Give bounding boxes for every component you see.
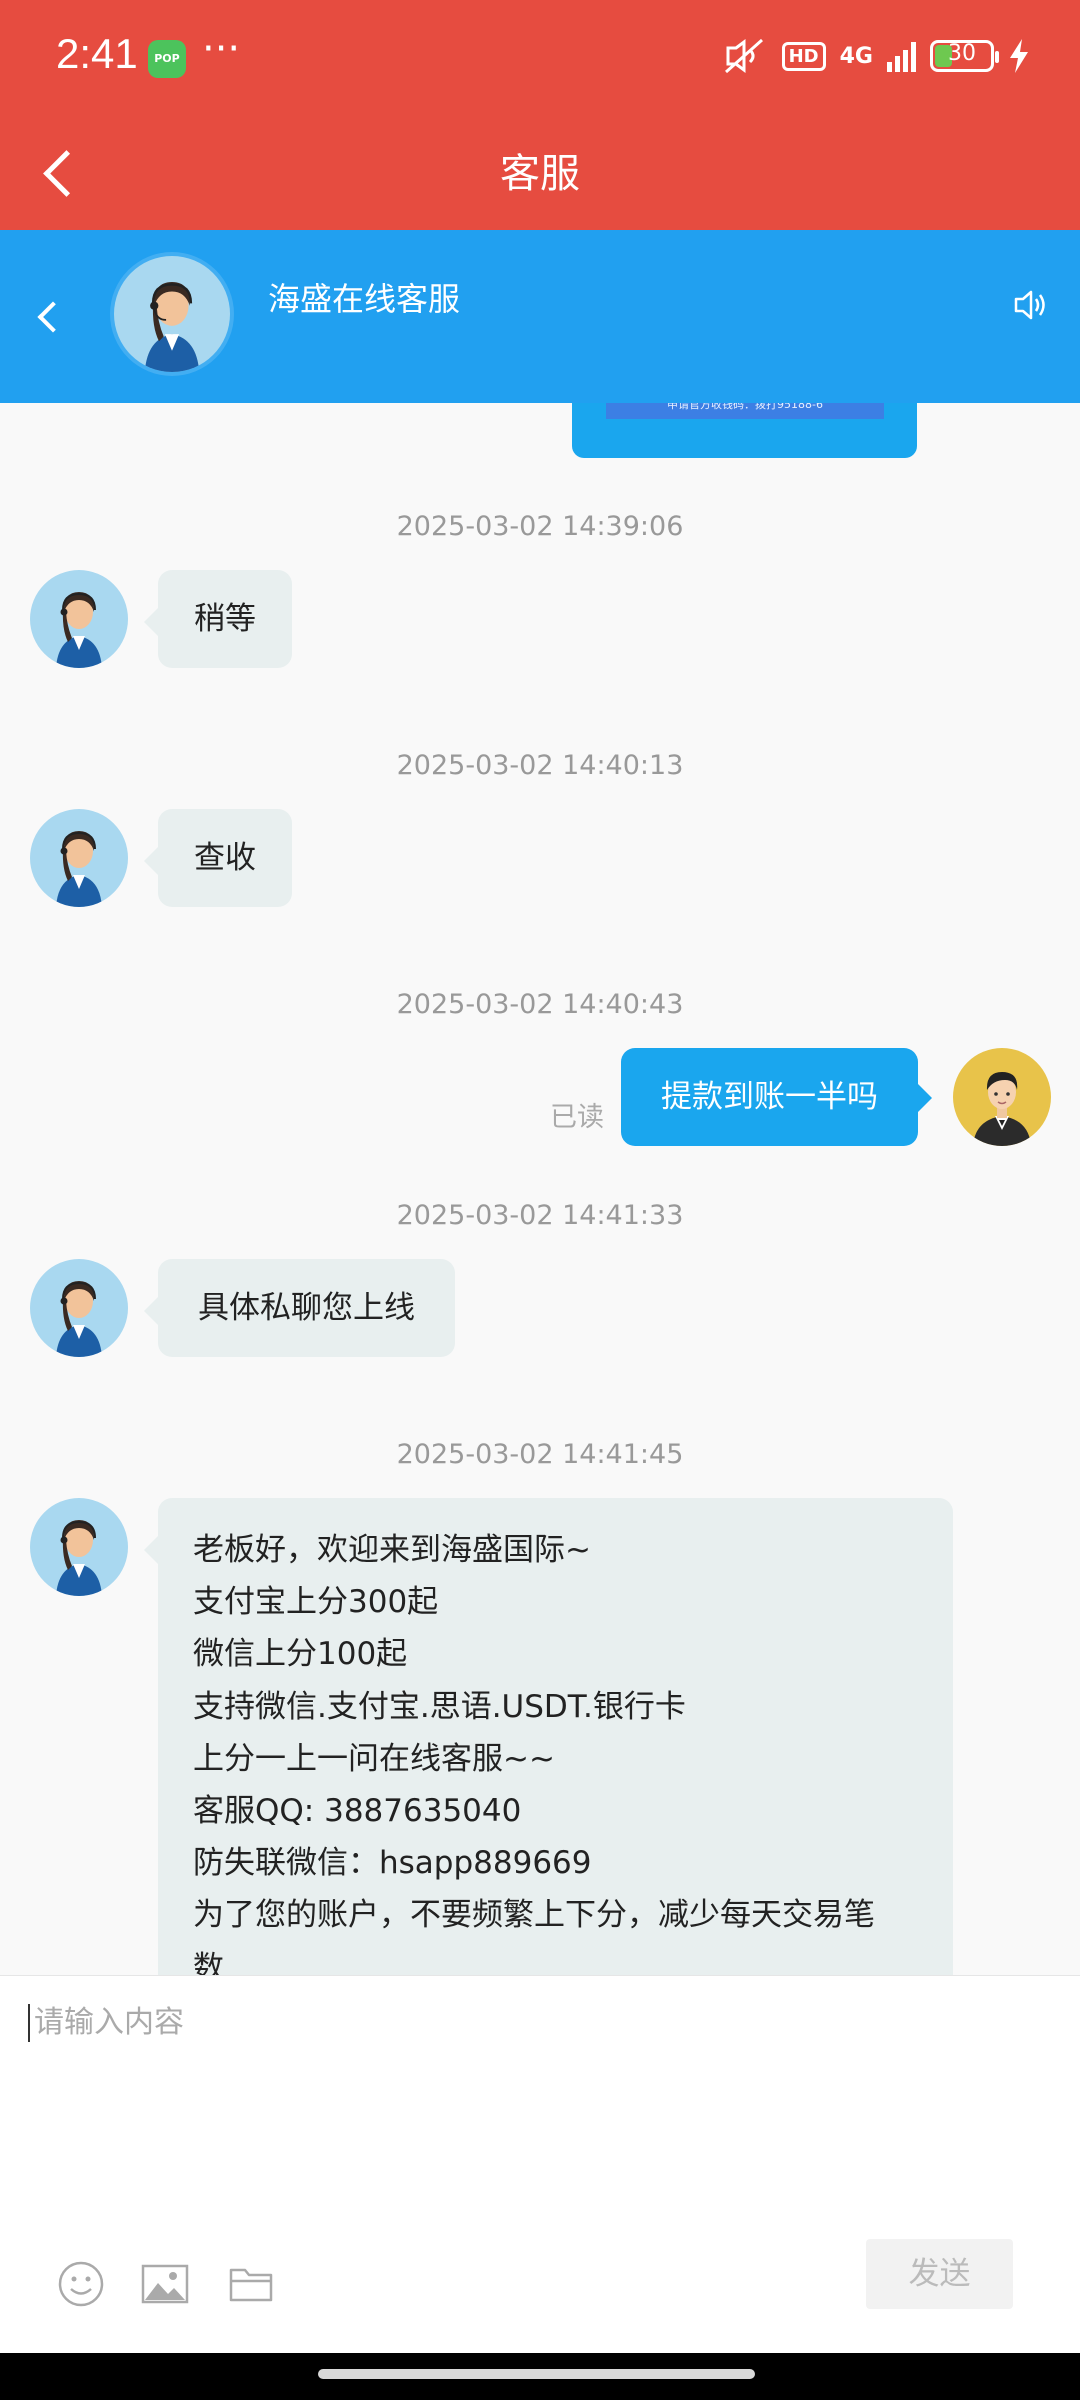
- user-message-bubble[interactable]: 提款到账一半吗: [621, 1048, 932, 1146]
- message-line: 为了您的账户，不要频繁上下分，减少每天交易笔: [193, 1897, 875, 1934]
- agent-avatar-icon: [56, 1281, 102, 1357]
- status-icons: HD 4G 30: [722, 36, 1030, 76]
- emoji-icon[interactable]: [56, 2259, 106, 2309]
- battery-icon: 30: [930, 40, 999, 72]
- hd-icon: HD: [781, 41, 826, 71]
- message-line: 数: [193, 1949, 224, 1975]
- pop-app-icon: POP: [148, 40, 186, 78]
- message-timestamp: 2025-03-02 14:40:13: [396, 750, 684, 781]
- send-button[interactable]: 发送: [866, 2239, 1013, 2309]
- message-line: 上分一上一问在线客服~~: [193, 1740, 555, 1777]
- agent-back-button[interactable]: [26, 288, 76, 348]
- image-icon[interactable]: [140, 2259, 190, 2309]
- message-line: 支持微信.支付宝.思语.USDT.银行卡: [193, 1688, 686, 1725]
- title-bar: 客服: [0, 115, 1080, 230]
- image-caption: 申请官方收钱码：拨打95188-6: [606, 403, 884, 419]
- message-input[interactable]: 请输入内容: [28, 2004, 184, 2042]
- message-line: 防失联微信：hsapp889669: [193, 1845, 592, 1882]
- agent-avatar-icon: [144, 282, 200, 372]
- network-type: 4G: [839, 43, 873, 69]
- agent-header: 海盛在线客服: [0, 230, 1080, 403]
- page-title: 客服: [500, 151, 580, 197]
- image-message[interactable]: 申请官方收钱码：拨打95188-6: [572, 403, 917, 458]
- agent-message-bubble[interactable]: 稍等: [144, 570, 292, 668]
- charging-icon: [1010, 39, 1028, 73]
- battery-level: 30: [948, 41, 976, 66]
- agent-message-bubble[interactable]: 老板好，欢迎来到海盛国际~ 支付宝上分300起 微信上分100起 支持微信.支付…: [144, 1498, 953, 1975]
- chat-area[interactable]: 申请官方收钱码：拨打95188-6 2025-03-02 14:39:06 稍等…: [0, 403, 1080, 1975]
- message-timestamp: 2025-03-02 14:41:33: [396, 1200, 684, 1231]
- message-timestamp: 2025-03-02 14:40:43: [396, 989, 684, 1020]
- agent-message-bubble[interactable]: 查收: [144, 809, 292, 907]
- message-line: 客服QQ: 3887635040: [193, 1793, 522, 1830]
- message-line: 支付宝上分300起: [193, 1584, 439, 1621]
- agent-avatar: [30, 570, 128, 668]
- agent-avatar-icon: [56, 1520, 102, 1596]
- agent-avatar: [114, 256, 230, 372]
- status-time: 2:41: [56, 30, 138, 77]
- user-avatar: [953, 1048, 1051, 1146]
- message-timestamp: 2025-03-02 14:39:06: [396, 511, 684, 542]
- agent-name: 海盛在线客服: [268, 280, 461, 318]
- message-line: 老板好，欢迎来到海盛国际~: [193, 1532, 591, 1568]
- mute-icon: [724, 38, 763, 74]
- agent-avatar-icon: [56, 592, 102, 668]
- agent-avatar: [30, 1259, 128, 1357]
- status-bar: 2:41 POP ··· HD 4G 30: [0, 0, 1080, 115]
- agent-avatar: [30, 809, 128, 907]
- agent-avatar-icon: [56, 831, 102, 907]
- agent-avatar: [30, 1498, 128, 1596]
- message-line: 微信上分100起: [193, 1636, 408, 1673]
- speaker-icon[interactable]: [1006, 280, 1056, 330]
- message-composer: 请输入内容 发送: [0, 1975, 1080, 2354]
- read-receipt: 已读: [550, 1102, 604, 1133]
- agent-message-bubble[interactable]: 具体私聊您上线: [144, 1259, 455, 1357]
- home-gesture-handle[interactable]: [318, 2369, 755, 2379]
- folder-icon[interactable]: [226, 2259, 276, 2309]
- signal-icon: [887, 40, 916, 72]
- message-timestamp: 2025-03-02 14:41:45: [396, 1439, 684, 1470]
- system-nav-bar: [0, 2353, 1080, 2400]
- more-notifications-icon: ···: [202, 26, 241, 72]
- user-avatar-icon: [973, 1072, 1031, 1146]
